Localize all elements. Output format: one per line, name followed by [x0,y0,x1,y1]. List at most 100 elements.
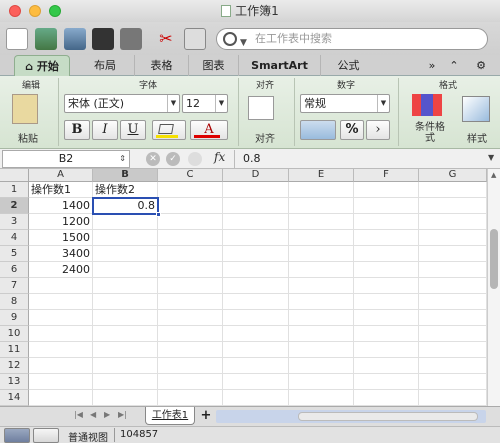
sheet-tab-active[interactable]: 工作表1 [145,407,195,425]
grid-cell[interactable] [93,326,158,342]
cell-a1[interactable]: 操作数1 [29,182,93,198]
row-header-9[interactable]: 9 [0,310,29,326]
grid-cell[interactable] [158,294,223,310]
gallery-icon[interactable] [35,28,57,50]
more-tabs-icon[interactable]: » [422,55,442,76]
grid-cell[interactable] [158,262,223,278]
currency-format-button[interactable] [300,120,336,140]
font-color-button[interactable]: A [190,120,228,140]
print-icon[interactable] [120,28,142,50]
cell-b1[interactable]: 操作数2 [93,182,158,198]
grid-cell[interactable] [354,214,419,230]
row-header-5[interactable]: 5 [0,246,29,262]
spreadsheet-grid[interactable]: A B C D E F G 操作数1 操作数2 1400 0.8 1200 15… [0,169,487,406]
grid-cell[interactable] [289,182,354,198]
row-header-2[interactable]: 2 [0,198,29,214]
grid-cell[interactable] [158,278,223,294]
tab-formulas[interactable]: 公式 [320,55,376,76]
grid-cell[interactable] [93,246,158,262]
percent-button[interactable]: % [340,120,364,140]
column-header-f[interactable]: F [354,169,419,182]
row-header-12[interactable]: 12 [0,358,29,374]
prev-sheet-icon[interactable]: ◀ [90,410,96,419]
align-label[interactable]: 对齐 [244,130,286,145]
zoom-window-button[interactable] [49,5,61,17]
grid-cell[interactable] [354,310,419,326]
grid-cell[interactable] [354,278,419,294]
row-header-8[interactable]: 8 [0,294,29,310]
minimize-window-button[interactable] [29,5,41,17]
select-all-corner[interactable] [0,169,29,182]
open-folder-icon[interactable] [64,28,86,50]
grid-cell[interactable] [223,326,289,342]
grid-cell[interactable] [223,374,289,390]
conditional-format-label[interactable]: 条件格式 [412,122,448,144]
fill-color-button[interactable] [152,120,186,140]
cell-a5[interactable]: 3400 [29,246,93,262]
grid-cell[interactable] [419,246,487,262]
paste-icon[interactable] [12,94,38,124]
grid-cell[interactable] [354,390,419,406]
confirm-icon[interactable]: ✓ [166,152,180,166]
grid-cell[interactable] [29,342,93,358]
row-header-3[interactable]: 3 [0,214,29,230]
cut-icon[interactable]: ✂ [155,28,177,50]
grid-cell[interactable] [289,310,354,326]
grid-cell[interactable] [158,230,223,246]
row-header-4[interactable]: 4 [0,230,29,246]
grid-cell[interactable] [29,358,93,374]
chevron-down-icon[interactable]: ▼ [488,153,494,162]
grid-cell[interactable] [93,358,158,374]
grid-cell[interactable] [419,294,487,310]
grid-cell[interactable] [289,246,354,262]
grid-cell[interactable] [223,342,289,358]
grid-cell[interactable] [289,198,354,214]
next-sheet-icon[interactable]: ▶ [104,410,110,419]
grid-cell[interactable] [354,326,419,342]
normal-view-button[interactable] [4,428,30,443]
grid-cell[interactable] [289,326,354,342]
cell-a3[interactable]: 1200 [29,214,93,230]
grid-cell[interactable] [289,342,354,358]
grid-cell[interactable] [158,358,223,374]
grid-cell[interactable] [354,374,419,390]
paste-label[interactable]: 粘贴 [8,130,48,145]
gear-icon[interactable]: ⚙ [468,55,494,76]
tab-smartart[interactable]: SmartArt [238,55,320,76]
tab-home[interactable]: ⌂ 开始 [14,55,70,76]
cancel-icon[interactable]: ✕ [146,152,160,166]
grid-cell[interactable] [158,310,223,326]
grid-cell[interactable] [354,246,419,262]
grid-cell[interactable] [419,358,487,374]
grid-cell[interactable] [419,374,487,390]
cell-a6[interactable]: 2400 [29,262,93,278]
new-document-icon[interactable] [6,28,28,50]
column-header-b[interactable]: B [93,169,158,182]
grid-cell[interactable] [223,310,289,326]
italic-button[interactable]: I [92,120,118,140]
grid-cell[interactable] [29,310,93,326]
vertical-scrollbar[interactable]: ▲ [487,169,500,406]
grid-cell[interactable] [93,214,158,230]
close-window-button[interactable] [9,5,21,17]
formula-input[interactable]: 0.8 [234,150,484,168]
grid-cell[interactable] [419,326,487,342]
conditional-format-icon[interactable] [412,94,442,116]
grid-cell[interactable] [93,390,158,406]
save-icon[interactable] [92,28,114,50]
grid-cell[interactable] [29,374,93,390]
grid-cell[interactable] [354,342,419,358]
grid-cell[interactable] [354,230,419,246]
page-layout-view-button[interactable] [33,428,59,443]
grid-cell[interactable] [158,374,223,390]
grid-cell[interactable] [354,294,419,310]
grid-cell[interactable] [419,214,487,230]
underline-button[interactable]: U [120,120,146,140]
grid-cell[interactable] [289,214,354,230]
decimal-button[interactable]: › [366,120,390,140]
align-lines-icon[interactable] [248,96,274,120]
font-name-select[interactable]: 宋体 (正文) ▼ [64,94,180,113]
add-sheet-button[interactable]: + [198,408,214,424]
grid-cell[interactable] [289,294,354,310]
column-header-d[interactable]: D [223,169,289,182]
